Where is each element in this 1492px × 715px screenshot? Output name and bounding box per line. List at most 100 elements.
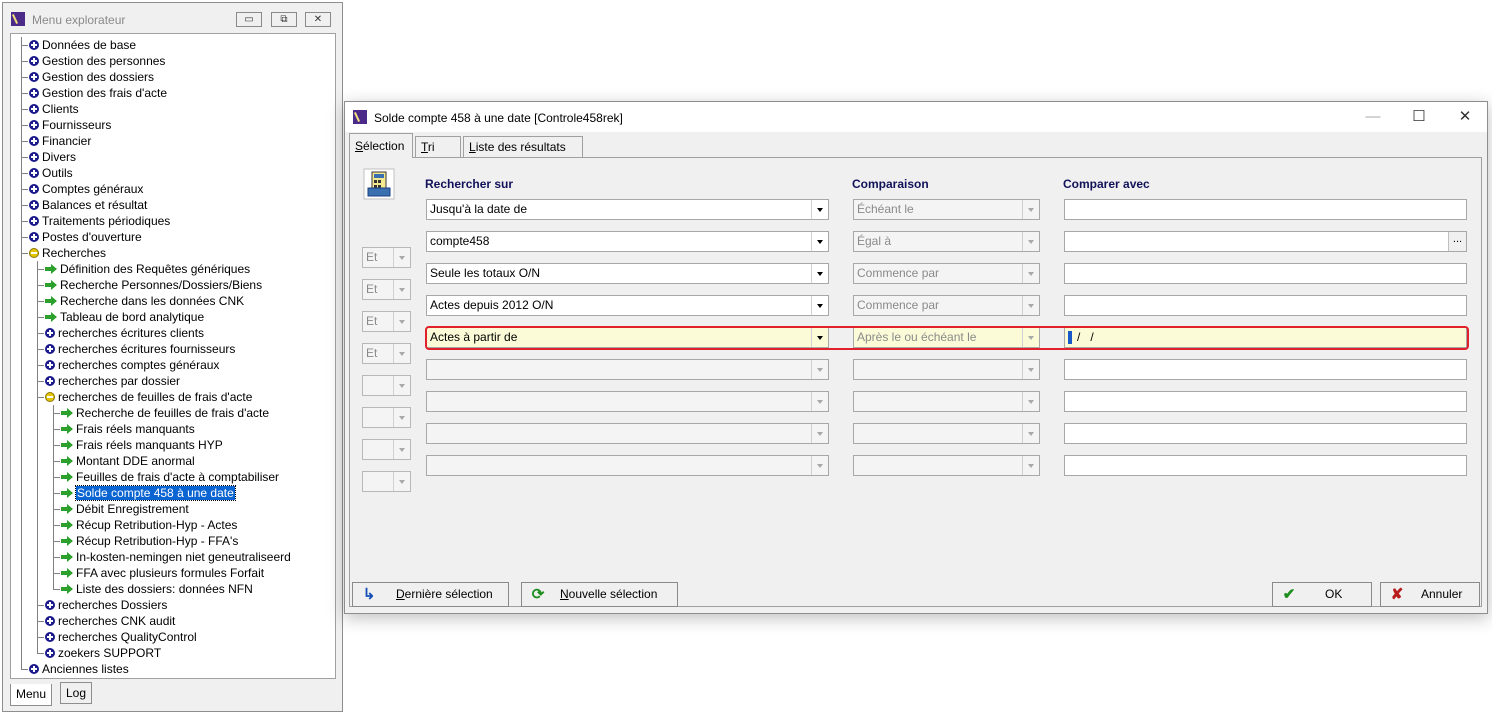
tree-item[interactable]: Recherches	[29, 245, 106, 261]
tree-item[interactable]: Récup Retribution-Hyp - Actes	[61, 517, 237, 533]
tree-item[interactable]: Gestion des personnes	[29, 53, 165, 69]
tree-item[interactable]: Débit Enregistrement	[61, 501, 189, 517]
tree-item[interactable]: recherches QualityControl	[45, 629, 197, 645]
chevron-down-icon[interactable]	[1022, 392, 1039, 411]
expand-plus-icon[interactable]	[45, 616, 55, 626]
compare-value-input[interactable]: ...	[1064, 231, 1467, 252]
comparison-select[interactable]	[853, 455, 1040, 476]
expand-plus-icon[interactable]	[29, 104, 39, 114]
and-or-select[interactable]: Et	[362, 247, 411, 268]
expand-plus-icon[interactable]	[45, 328, 55, 338]
tree-item[interactable]: Frais réels manquants	[61, 421, 195, 437]
search-field-select[interactable]	[426, 455, 829, 476]
tree-item[interactable]: Gestion des frais d'acte	[29, 85, 167, 101]
comparison-select[interactable]: Commence par	[853, 263, 1040, 284]
compare-value-input[interactable]	[1064, 263, 1467, 284]
chevron-down-icon[interactable]	[1022, 424, 1039, 443]
and-or-select[interactable]: Et	[362, 343, 411, 364]
collapse-minus-icon[interactable]	[45, 392, 55, 402]
comparison-select[interactable]	[853, 423, 1040, 444]
comparison-select[interactable]: Commence par	[853, 295, 1040, 316]
and-or-select[interactable]	[362, 407, 411, 428]
tree-item[interactable]: Données de base	[29, 37, 136, 53]
comparison-select[interactable]	[853, 391, 1040, 412]
expand-plus-icon[interactable]	[29, 168, 39, 178]
close-button[interactable]: ✕	[305, 12, 331, 27]
cancel-button[interactable]: ✘ Annuler	[1380, 582, 1480, 607]
expand-plus-icon[interactable]	[29, 216, 39, 226]
chevron-down-icon[interactable]	[811, 264, 828, 283]
tree-item[interactable]: Outils	[29, 165, 73, 181]
compare-value-input[interactable]: / /	[1064, 327, 1467, 348]
tree-item[interactable]: Liste des dossiers: données NFN	[61, 581, 253, 597]
tree-item[interactable]: recherches CNK audit	[45, 613, 175, 629]
chevron-down-icon[interactable]	[1022, 232, 1039, 251]
compare-value-input[interactable]	[1064, 423, 1467, 444]
maximize-button[interactable]: ☐	[1399, 106, 1439, 128]
chevron-down-icon[interactable]	[1022, 456, 1039, 475]
tree-item[interactable]: Divers	[29, 149, 76, 165]
minimize-button[interactable]: —	[1353, 106, 1393, 128]
compare-value-input[interactable]	[1064, 295, 1467, 316]
expand-plus-icon[interactable]	[45, 600, 55, 610]
expand-plus-icon[interactable]	[29, 232, 39, 242]
expand-plus-icon[interactable]	[29, 88, 39, 98]
tree-item[interactable]: Recherche dans les données CNK	[45, 293, 244, 309]
new-selection-button[interactable]: ⟳ Nouvelle sélection	[521, 582, 678, 607]
tree-item[interactable]: Recherche Personnes/Dossiers/Biens	[45, 277, 262, 293]
chevron-down-icon[interactable]	[1022, 360, 1039, 379]
expand-plus-icon[interactable]	[45, 344, 55, 354]
and-or-select[interactable]: Et	[362, 279, 411, 300]
tree-item[interactable]: Anciennes listes	[29, 661, 129, 677]
and-or-select[interactable]	[362, 439, 411, 460]
chevron-down-icon[interactable]	[1022, 200, 1039, 219]
and-or-select[interactable]	[362, 375, 411, 396]
restore-button[interactable]: ⧉	[271, 12, 297, 27]
expand-plus-icon[interactable]	[29, 72, 39, 82]
chevron-down-icon[interactable]	[811, 296, 828, 315]
tree-item[interactable]: Traitements périodiques	[29, 213, 170, 229]
search-field-select[interactable]: Seule les totaux O/N	[426, 263, 829, 284]
query-calculator-icon[interactable]	[363, 168, 395, 200]
tree-item[interactable]: recherches de feuilles de frais d'acte	[45, 389, 252, 405]
tree-item[interactable]: zoekers SUPPORT	[45, 645, 161, 661]
tree-item[interactable]: recherches écritures fournisseurs	[45, 341, 235, 357]
compare-value-input[interactable]	[1064, 199, 1467, 220]
expand-plus-icon[interactable]	[45, 376, 55, 386]
chevron-down-icon[interactable]	[811, 456, 828, 475]
tree-item[interactable]: Comptes généraux	[29, 181, 143, 197]
expand-plus-icon[interactable]	[45, 360, 55, 370]
search-field-select[interactable]: Actes depuis 2012 O/N	[426, 295, 829, 316]
comparison-select[interactable]: Échéant le	[853, 199, 1040, 220]
expand-plus-icon[interactable]	[29, 120, 39, 130]
chevron-down-icon[interactable]	[811, 392, 828, 411]
tree-item[interactable]: Financier	[29, 133, 91, 149]
expand-plus-icon[interactable]	[29, 200, 39, 210]
search-field-select[interactable]: Actes à partir de	[426, 327, 829, 348]
comparison-select[interactable]: Égal à	[853, 231, 1040, 252]
tree-item[interactable]: FFA avec plusieurs formules Forfait	[61, 565, 264, 581]
compare-value-input[interactable]	[1064, 391, 1467, 412]
tree-item[interactable]: recherches par dossier	[45, 373, 180, 389]
chevron-down-icon[interactable]	[811, 360, 828, 379]
tree-item[interactable]: Montant DDE anormal	[61, 453, 195, 469]
compare-value-input[interactable]	[1064, 359, 1467, 380]
chevron-down-icon[interactable]	[811, 200, 828, 219]
tree-item[interactable]: Feuilles de frais d'acte à comptabiliser	[61, 469, 279, 485]
tree-item[interactable]: Définition des Requêtes génériques	[45, 261, 250, 277]
tree-item[interactable]: Fournisseurs	[29, 117, 111, 133]
expand-plus-icon[interactable]	[45, 632, 55, 642]
tab-tri[interactable]: Tri	[415, 136, 461, 158]
expand-plus-icon[interactable]	[29, 664, 39, 674]
chevron-down-icon[interactable]	[811, 424, 828, 443]
tree-item[interactable]: Postes d'ouverture	[29, 229, 142, 245]
tree-item[interactable]: Solde compte 458 à une date	[61, 485, 236, 501]
expand-plus-icon[interactable]	[29, 56, 39, 66]
comparison-select[interactable]: Après le ou échéant le	[853, 327, 1040, 348]
chevron-down-icon[interactable]	[1022, 328, 1039, 347]
tree-item[interactable]: Clients	[29, 101, 79, 117]
tab-selection[interactable]: Sélection	[349, 133, 413, 158]
chevron-down-icon[interactable]	[811, 328, 828, 347]
browse-ellipsis-button[interactable]: ...	[1448, 232, 1466, 251]
last-selection-button[interactable]: ↳ Dernière sélection	[352, 582, 509, 607]
